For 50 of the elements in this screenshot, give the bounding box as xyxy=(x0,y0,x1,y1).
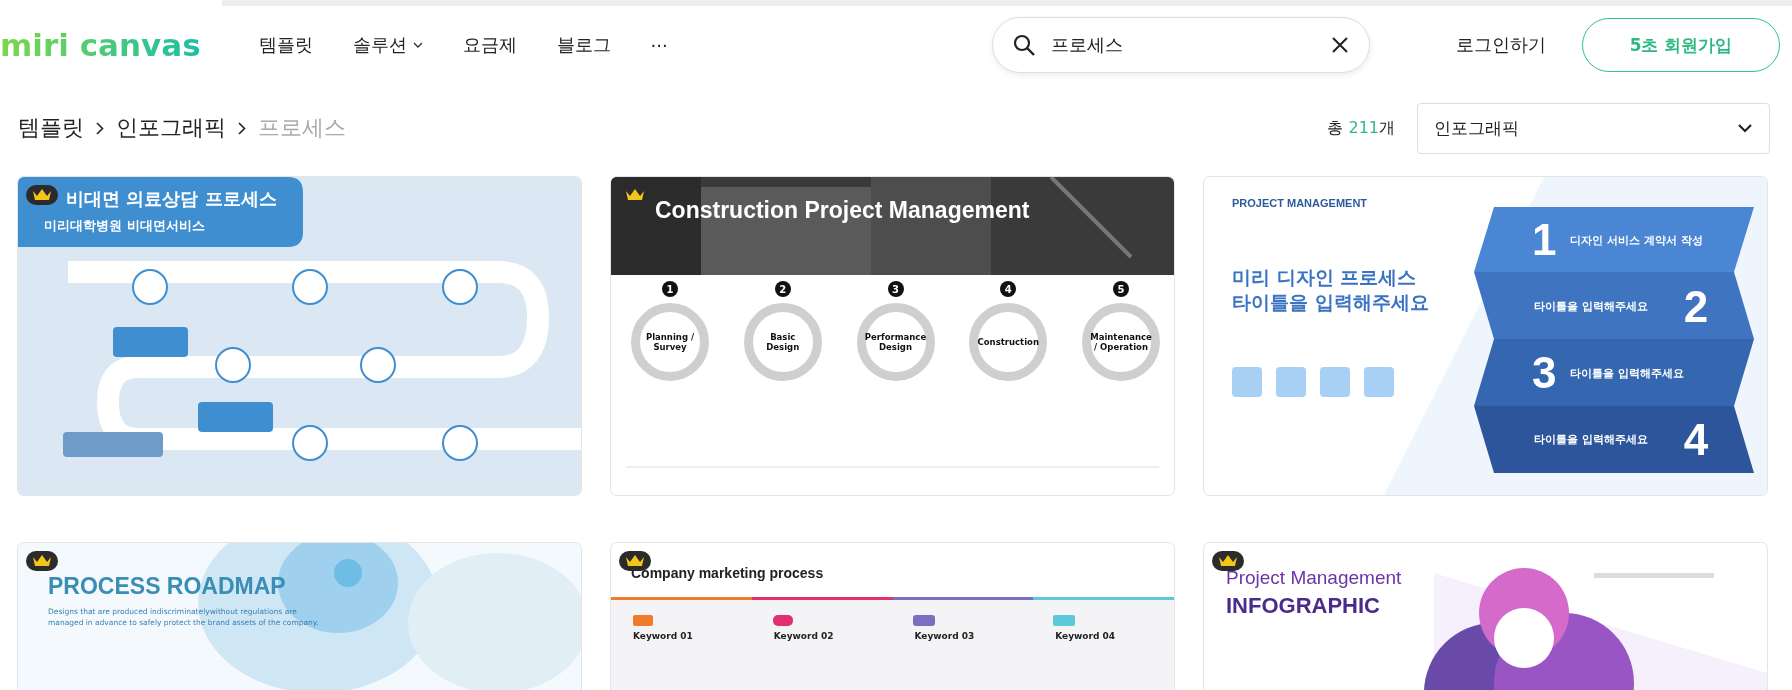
step-label: Basic Design xyxy=(765,331,801,353)
step-label: 타이틀을 입력해주세요 xyxy=(1534,299,1648,315)
template-card[interactable]: Construction Project Management 1 Planning / Survey 2 Basic Design 3 Performance Design 4 Construction 5 Maintenance / Operation xyxy=(611,177,1174,495)
step-label: 타이틀을 입력해주세요 xyxy=(1534,432,1648,448)
step-label: 타이틀을 입력해주세요 xyxy=(1570,365,1685,381)
keyword-label: Keyword 02 xyxy=(773,631,835,641)
crown-icon xyxy=(32,188,52,202)
chevron-down-icon xyxy=(412,42,423,48)
step-number: 4 xyxy=(1683,417,1709,462)
card-title: Project Management xyxy=(1226,567,1402,589)
card-eyebrow: PROJECT MANAGEMENT xyxy=(1232,197,1368,209)
breadcrumb-link[interactable]: 템플릿 xyxy=(18,113,84,143)
login-link[interactable]: 로그인하기 xyxy=(1450,32,1552,58)
chevron-right-icon xyxy=(96,121,104,135)
nav-link[interactable]: 블로그 xyxy=(536,25,631,65)
card-title: PROCESS ROADMAP xyxy=(48,573,286,600)
step-number: 2 xyxy=(1683,284,1709,329)
result-count: 총 211개 xyxy=(1327,117,1395,139)
card-subtitle: 미리대학병원 비대면서비스 xyxy=(44,217,205,235)
keyword-label: Keyword 01 xyxy=(633,631,694,641)
card-title: 비대면 의료상담 프로세스 xyxy=(66,187,277,211)
card-title: 미리 디자인 프로세스 타이틀을 입력해주세요 xyxy=(1232,265,1429,315)
nav-link[interactable]: 솔루션 xyxy=(332,25,443,65)
search-field[interactable]: 프로세스 xyxy=(992,17,1370,73)
search-icon xyxy=(1012,33,1036,57)
step-label: Planning / Survey xyxy=(644,331,696,353)
step-label: Construction xyxy=(977,336,1039,348)
step-label: 디자인 서비스 계약서 작성 xyxy=(1570,232,1703,248)
card-subtitle: INFOGRAPHIC xyxy=(1226,593,1380,619)
step-number: 3 xyxy=(1532,351,1557,396)
nav-link[interactable]: ··· xyxy=(630,26,688,64)
card-title: Construction Project Management xyxy=(655,197,1030,224)
step-label: Performance Design xyxy=(864,331,927,353)
chevron-right-icon xyxy=(238,121,246,135)
chevron-down-icon xyxy=(1737,123,1753,133)
keyword-label: Keyword 04 xyxy=(1055,631,1117,641)
keyword-label: Keyword 03 xyxy=(914,631,976,641)
crown-icon xyxy=(625,188,645,202)
close-icon[interactable] xyxy=(1332,37,1348,53)
step-label: Maintenance / Operation xyxy=(1090,331,1152,353)
step-number: 1 xyxy=(1532,218,1557,263)
category-dropdown[interactable]: 인포그래픽 xyxy=(1417,102,1770,154)
nav-link[interactable]: 템플릿 xyxy=(238,25,333,65)
template-card[interactable]: Project Management INFOGRAPHIC xyxy=(1204,543,1767,690)
breadcrumb-link[interactable]: 인포그래픽 xyxy=(116,113,226,143)
crown-icon xyxy=(1218,554,1238,568)
template-card[interactable]: PROJECT MANAGEMENT 미리 디자인 프로세스 타이틀을 입력해주세요 1 디자인 서비스 계약서 작성 타이틀을 입력해주세요 2 3 타이틀을 입력해주세요 타이틀을 입력해주세요 4 xyxy=(1204,177,1767,495)
nav-link[interactable]: 요금제 xyxy=(442,25,537,65)
crown-icon xyxy=(625,554,645,568)
crown-icon xyxy=(32,554,52,568)
